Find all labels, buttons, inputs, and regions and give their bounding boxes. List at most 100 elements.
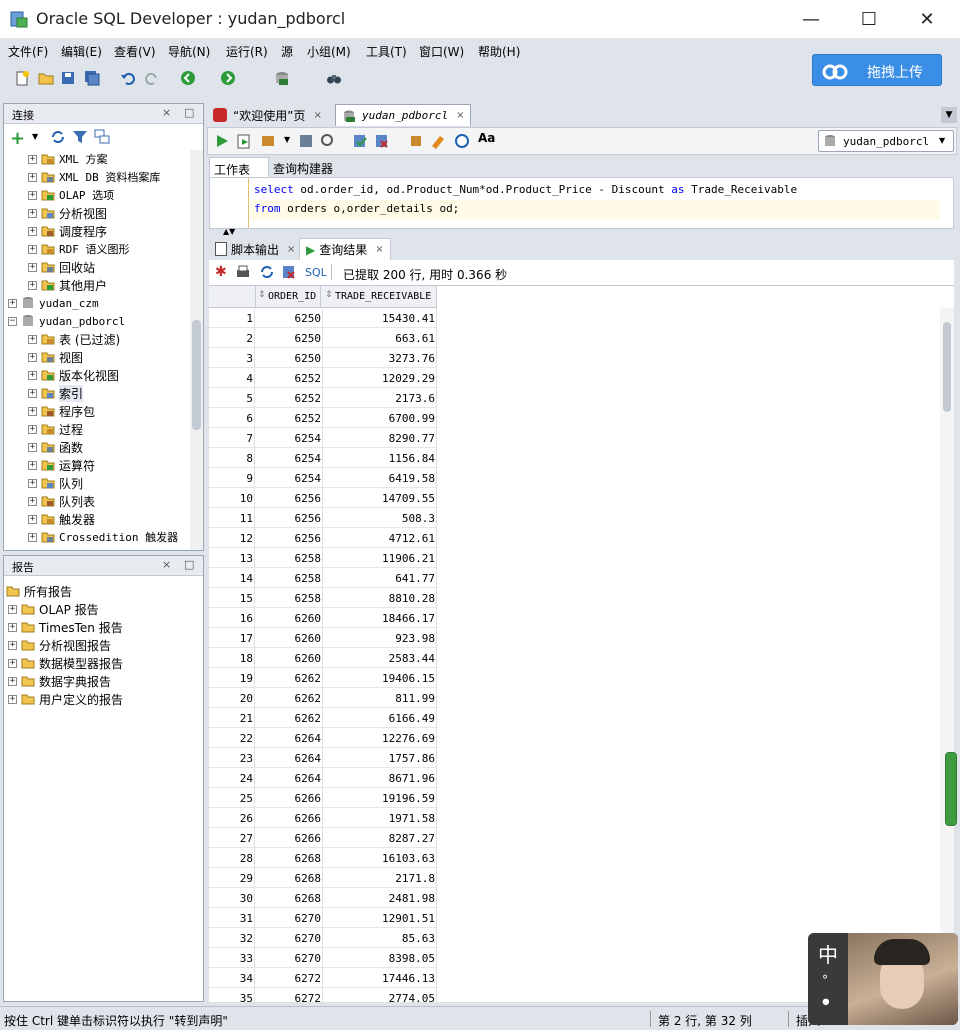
expand-toggle[interactable]: +	[28, 244, 37, 254]
expand-toggle[interactable]: +	[28, 190, 37, 200]
cell-trade-receivable[interactable]: 8398.05	[323, 952, 435, 965]
cell-order-id[interactable]: 6254	[255, 452, 322, 465]
tree-item[interactable]: + 分析视图	[28, 204, 107, 222]
close-icon[interactable]: ×	[287, 244, 295, 255]
run-script-icon[interactable]	[236, 133, 252, 152]
panel-close-icon[interactable]: ×	[162, 558, 171, 571]
menu-edit[interactable]: 编辑(E)	[61, 43, 102, 60]
expand-toggle[interactable]: +	[8, 694, 17, 704]
cell-trade-receivable[interactable]: 85.63	[323, 932, 435, 945]
tree-item[interactable]: + 版本化视图	[28, 366, 119, 384]
close-icon[interactable]: ×	[456, 110, 464, 121]
tree-item[interactable]: + RDF 语义图形	[28, 240, 130, 258]
cell-trade-receivable[interactable]: 8287.27	[323, 832, 435, 845]
tree-item[interactable]: + 运算符	[28, 456, 95, 474]
report-item[interactable]: + TimesTen 报告	[8, 618, 123, 636]
menu-navigate[interactable]: 导航(N)	[168, 43, 210, 60]
table-row[interactable]: 17 6260 923.98	[209, 628, 437, 648]
expand-toggle[interactable]: +	[28, 334, 37, 344]
rollback-icon[interactable]	[374, 133, 390, 152]
splitter-arrows-icon[interactable]: ▲▼	[223, 227, 235, 236]
reports-root[interactable]: 所有报告	[6, 582, 72, 600]
menu-window[interactable]: 窗口(W)	[419, 43, 464, 60]
expand-toggle[interactable]: +	[28, 406, 37, 416]
cell-trade-receivable[interactable]: 11906.21	[323, 552, 435, 565]
new-icon[interactable]	[12, 68, 32, 88]
expand-toggle[interactable]: +	[28, 442, 37, 452]
cell-order-id[interactable]: 6270	[255, 912, 322, 925]
table-row[interactable]: 7 6254 8290.77	[209, 428, 437, 448]
panel-close-icon[interactable]: ×	[162, 106, 171, 119]
tree-item[interactable]: + 队列	[28, 474, 83, 492]
cell-order-id[interactable]: 6268	[255, 892, 322, 905]
report-item[interactable]: + OLAP 报告	[8, 600, 99, 618]
autotrace-icon[interactable]	[260, 133, 276, 152]
tree-item[interactable]: + 函数	[28, 438, 83, 456]
cell-order-id[interactable]: 6266	[255, 812, 322, 825]
tree-item[interactable]: + 触发器	[28, 510, 95, 528]
ime-mode-char[interactable]: 中	[818, 939, 838, 968]
clear-icon[interactable]	[430, 133, 446, 152]
cell-trade-receivable[interactable]: 6419.58	[323, 472, 435, 485]
filter-icon[interactable]	[72, 129, 88, 148]
cell-order-id[interactable]: 6262	[255, 712, 322, 725]
cell-order-id[interactable]: 6252	[255, 392, 322, 405]
table-row[interactable]: 35 6272 2774.05	[209, 988, 437, 1002]
side-scroll-indicator[interactable]	[945, 752, 957, 826]
add-connection-icon[interactable]: +	[10, 128, 25, 149]
cell-order-id[interactable]: 6266	[255, 792, 322, 805]
tree-item[interactable]: + XML DB 资料档案库	[28, 168, 160, 186]
report-item[interactable]: + 数据字典报告	[8, 672, 111, 690]
tree-item[interactable]: + yudan_czm	[8, 294, 99, 312]
table-row[interactable]: 21 6262 6166.49	[209, 708, 437, 728]
cell-trade-receivable[interactable]: 19196.59	[323, 792, 435, 805]
report-item[interactable]: + 用户定义的报告	[8, 690, 123, 708]
refresh-icon[interactable]	[259, 264, 275, 283]
table-row[interactable]: 23 6264 1757.86	[209, 748, 437, 768]
cell-trade-receivable[interactable]: 12029.29	[323, 372, 435, 385]
cell-trade-receivable[interactable]: 19406.15	[323, 672, 435, 685]
close-icon[interactable]: ×	[313, 110, 321, 121]
results-grid[interactable]: ⇕ ORDER_ID ⇕ TRADE_RECEIVABLE 1 6250 15430…	[209, 286, 954, 1002]
chevron-down-icon[interactable]: ▼	[284, 135, 290, 144]
cell-order-id[interactable]: 6268	[255, 872, 322, 885]
cell-trade-receivable[interactable]: 17446.13	[323, 972, 435, 985]
tab-worksheet[interactable]: 工作表	[209, 157, 269, 177]
expand-toggle[interactable]: +	[8, 298, 17, 308]
binoculars-icon[interactable]	[324, 68, 344, 88]
table-row[interactable]: 22 6264 12276.69	[209, 728, 437, 748]
expand-toggle[interactable]: +	[28, 154, 37, 164]
expand-toggle[interactable]: +	[28, 370, 37, 380]
report-item[interactable]: + 分析视图报告	[8, 636, 111, 654]
tab-list-dropdown[interactable]: ▼	[941, 107, 957, 123]
tree-item[interactable]: + 调度程序	[28, 222, 107, 240]
menu-tools[interactable]: 工具(T)	[366, 43, 407, 60]
splitter[interactable]: ▲▼	[209, 227, 954, 237]
back-icon[interactable]	[178, 68, 198, 88]
table-row[interactable]: 33 6270 8398.05	[209, 948, 437, 968]
commit-icon[interactable]	[352, 133, 368, 152]
menu-help[interactable]: 帮助(H)	[478, 43, 520, 60]
scrollbar-thumb[interactable]	[943, 322, 951, 412]
cell-order-id[interactable]: 6250	[255, 332, 322, 345]
expand-toggle[interactable]: +	[28, 280, 37, 290]
panel-minimize-icon[interactable]: □	[184, 558, 194, 571]
expand-toggle[interactable]: +	[28, 532, 37, 542]
cell-trade-receivable[interactable]: 18466.17	[323, 612, 435, 625]
cell-order-id[interactable]: 6258	[255, 572, 322, 585]
table-row[interactable]: 3 6250 3273.76	[209, 348, 437, 368]
cell-order-id[interactable]: 6264	[255, 732, 322, 745]
chevron-down-icon[interactable]: ▼	[32, 132, 38, 141]
cell-order-id[interactable]: 6252	[255, 412, 322, 425]
cell-order-id[interactable]: 6258	[255, 552, 322, 565]
cell-trade-receivable[interactable]: 1971.58	[323, 812, 435, 825]
cell-order-id[interactable]: 6272	[255, 992, 322, 1002]
tab-query-result[interactable]: ▶ 查询结果 ×	[299, 238, 391, 260]
expand-toggle[interactable]: +	[28, 172, 37, 182]
cell-order-id[interactable]: 6258	[255, 592, 322, 605]
expand-toggle[interactable]: +	[28, 424, 37, 434]
explain-plan-icon[interactable]	[298, 133, 314, 152]
print-icon[interactable]	[235, 264, 251, 283]
sql-worksheet-icon[interactable]	[272, 68, 292, 88]
table-row[interactable]: 8 6254 1156.84	[209, 448, 437, 468]
